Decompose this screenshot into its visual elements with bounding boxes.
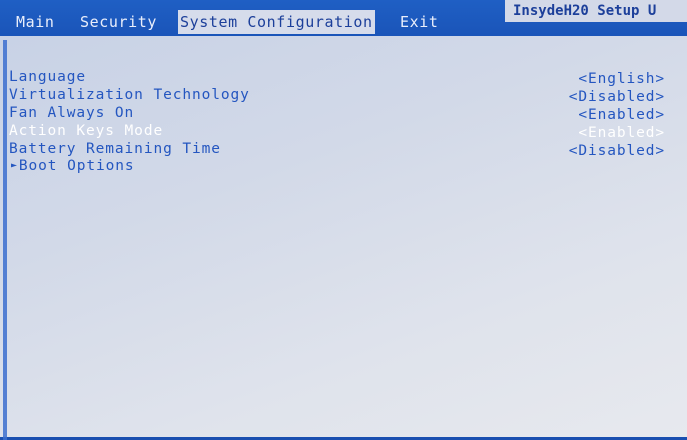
setting-row-battery-remaining-time[interactable]: Battery Remaining Time <Disabled> <box>9 141 679 159</box>
panel-border <box>3 40 7 440</box>
boot-options-label: Boot Options <box>18 158 135 174</box>
setting-value[interactable]: <Disabled> <box>569 89 665 105</box>
setting-row-boot-options[interactable]: ►Boot Options <box>11 158 681 176</box>
setting-value[interactable]: <English> <box>578 71 665 87</box>
setting-value[interactable]: <Disabled> <box>569 143 665 159</box>
setting-row-virtualization[interactable]: Virtualization Technology <Disabled> <box>9 87 679 105</box>
setting-label: ►Boot Options <box>11 158 134 174</box>
setting-value[interactable]: <Enabled> <box>578 107 665 123</box>
setting-label: Battery Remaining Time <box>9 141 221 157</box>
menu-bar: Main Security System Configuration Exit … <box>0 0 687 38</box>
setting-row-action-keys-mode[interactable]: Action Keys Mode <Enabled> <box>9 123 679 141</box>
tab-system-configuration[interactable]: System Configuration <box>178 10 375 34</box>
setting-label: Fan Always On <box>9 105 135 121</box>
tab-exit[interactable]: Exit <box>398 10 441 34</box>
setting-value[interactable]: <Enabled> <box>578 125 665 141</box>
tab-main[interactable]: Main <box>14 10 57 34</box>
submenu-arrow-icon: ► <box>11 160 18 171</box>
setting-label: Language <box>9 69 87 85</box>
brand-title: InsydeH20 Setup U <box>505 0 687 22</box>
setting-row-language[interactable]: Language <English> <box>9 69 679 87</box>
tab-security[interactable]: Security <box>78 10 159 34</box>
setting-row-fan-always-on[interactable]: Fan Always On <Enabled> <box>9 105 679 123</box>
setting-label: Action Keys Mode <box>9 123 164 139</box>
settings-panel: Language <English> Virtualization Techno… <box>0 36 687 440</box>
setting-label: Virtualization Technology <box>9 87 250 103</box>
